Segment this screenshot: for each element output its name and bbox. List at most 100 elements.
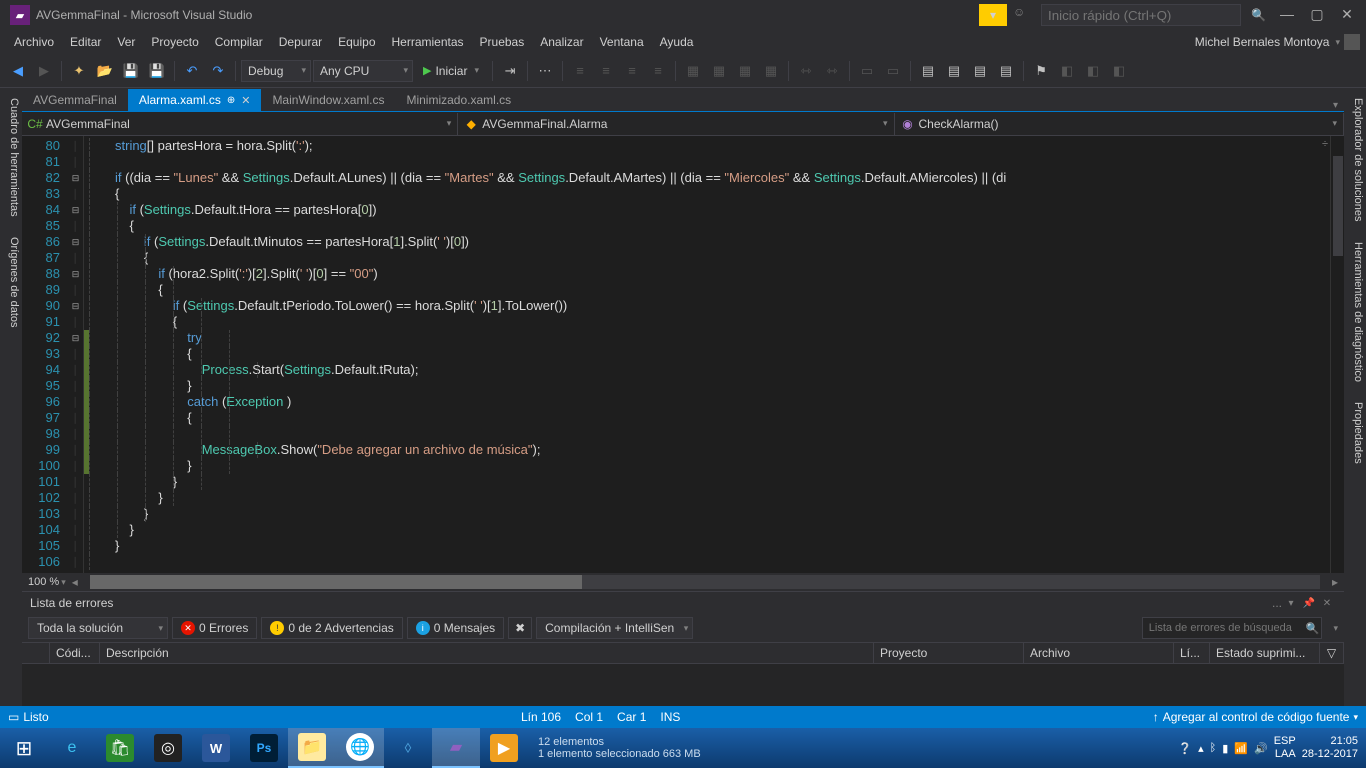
battery-icon[interactable]: ▮ [1222,742,1228,755]
col-file[interactable]: Archivo [1024,643,1174,663]
vs-icon[interactable]: ▰ [432,728,480,768]
app-icon[interactable]: ◎ [144,728,192,768]
dropdown-icon[interactable]: ▾ [1282,598,1300,609]
tray-kb[interactable]: LAA [1274,748,1296,761]
filter-icon[interactable]: ▽ [1320,643,1344,663]
distribute-icon[interactable]: ≡ [646,59,670,83]
search-icon[interactable]: 🔍 [1251,8,1266,22]
tb-icon[interactable]: ⋯ [533,59,557,83]
tray-chevron-icon[interactable]: ▴ [1198,742,1204,755]
code-editor[interactable]: 8081828384858687888990919293949596979899… [22,136,1344,573]
warnings-filter[interactable]: !0 de 2 Advertencias [261,617,402,639]
order-icon2[interactable]: ▭ [881,59,905,83]
col-line[interactable]: Lí... [1174,643,1210,663]
volume-icon[interactable]: 🔊 [1254,742,1268,755]
minimize-button[interactable]: — [1272,5,1302,25]
split-icon[interactable]: ÷ [1322,138,1328,150]
nav-fwd-button[interactable]: ▶ [32,59,56,83]
uncomment-icon[interactable]: ▤ [942,59,966,83]
align-right-icon[interactable]: ≡ [620,59,644,83]
diagnostics-tab[interactable]: Herramientas de diagnóstico [1346,238,1364,386]
solution-explorer-tab[interactable]: Explorador de soluciones [1346,94,1364,226]
menu-ventana[interactable]: Ventana [592,33,652,51]
scroll-thumb[interactable] [90,575,582,589]
close-button[interactable]: ✕ [1332,5,1362,25]
menu-archivo[interactable]: Archivo [6,33,62,51]
pin-icon[interactable]: 📌 [1300,598,1318,609]
scroll-right-icon[interactable]: ▸ [1332,575,1338,589]
undo-button[interactable]: ↶ [180,59,204,83]
vertical-scrollbar[interactable] [1330,136,1344,573]
comment-icon[interactable]: ▤ [916,59,940,83]
col-code[interactable]: Códi... [50,643,100,663]
signed-in-user[interactable]: Michel Bernales Montoya [1195,35,1336,49]
error-search-input[interactable] [1142,617,1322,639]
scroll-thumb[interactable] [1333,156,1343,256]
start-button[interactable]: ⊞ [0,728,48,768]
redo-button[interactable]: ↷ [206,59,230,83]
datasources-panel-tab[interactable]: Orígenes de datos [2,233,20,332]
save-all-button[interactable]: 💾 [145,59,169,83]
nav-back-button[interactable]: ◀ [6,59,30,83]
user-avatar-icon[interactable] [1344,34,1360,50]
tab-minimizado[interactable]: Minimizado.xaml.cs [395,89,522,111]
menu-equipo[interactable]: Equipo [330,33,383,51]
new-project-button[interactable]: ✦ [67,59,91,83]
open-file-button[interactable]: 📂 [93,59,117,83]
menu-ayuda[interactable]: Ayuda [652,33,702,51]
ie-icon[interactable]: e [48,728,96,768]
tab-project[interactable]: AVGemmaFinal [22,89,128,111]
col-icon[interactable] [22,643,50,663]
extra-icon3[interactable]: ◧ [1107,59,1131,83]
tab-alarma[interactable]: Alarma.xaml.cs ⊕ ✕ [128,89,262,111]
maximize-button[interactable]: ▢ [1302,5,1332,25]
build-filter[interactable]: ✖ [508,617,532,639]
system-tray[interactable]: ❔ ▴ ᛒ ▮ 📶 🔊 ESPLAA 21:0528-12-2017 [1178,735,1366,761]
right-side-panels[interactable]: Explorador de soluciones Herramientas de… [1344,88,1366,706]
tray-date[interactable]: 28-12-2017 [1302,748,1358,761]
scroll-left-icon[interactable]: ◂ [72,575,78,589]
order-icon[interactable]: ▭ [855,59,879,83]
source-control-button[interactable]: ↑Agregar al control de código fuente▾ [1153,710,1358,724]
left-side-panels[interactable]: Cuadro de herramientas Orígenes de datos [0,88,22,706]
col-project[interactable]: Proyecto [874,643,1024,663]
layout-icon[interactable]: ▦ [681,59,705,83]
fold-gutter[interactable]: ││⊟│⊟│⊟│⊟│⊟│⊟││││││││││││││ [68,136,84,573]
bookmark-icon[interactable]: ▤ [968,59,992,83]
chrome-icon[interactable]: 🌐 [336,728,384,768]
chevron-down-icon[interactable]: ▾ [61,577,66,588]
vscode-icon[interactable]: ⬨ [384,728,432,768]
notification-flag-icon[interactable]: ▾ [979,4,1007,26]
save-button[interactable]: 💾 [119,59,143,83]
nav-class-combo[interactable]: ◆AVGemmaFinal.Alarma [458,113,894,135]
scope-combo[interactable]: Toda la solución [28,617,168,639]
tray-time[interactable]: 21:05 [1302,735,1358,748]
photoshop-icon[interactable]: Ps [240,728,288,768]
media-icon[interactable]: ▶ [480,728,528,768]
properties-tab[interactable]: Propiedades [1346,398,1364,468]
solution-platform-combo[interactable]: Any CPU [313,60,413,82]
flag-icon[interactable]: ⚑ [1029,59,1053,83]
store-icon[interactable]: 🛍 [96,728,144,768]
menu-compilar[interactable]: Compilar [207,33,271,51]
toolbox-panel-tab[interactable]: Cuadro de herramientas [2,94,20,221]
spacing-icon2[interactable]: ⇿ [820,59,844,83]
zoom-level[interactable]: 100 % [28,576,59,588]
wifi-icon[interactable]: 📶 [1234,742,1248,755]
step-button[interactable]: ⇥ [498,59,522,83]
quick-launch-input[interactable] [1041,4,1241,26]
chevron-down-icon[interactable]: ▾ [1333,623,1338,634]
layout-icon3[interactable]: ▦ [733,59,757,83]
solution-config-combo[interactable]: Debug [241,60,311,82]
tab-mainwindow[interactable]: MainWindow.xaml.cs [261,89,395,111]
col-desc[interactable]: Descripción [100,643,874,663]
col-suppressed[interactable]: Estado suprimi... [1210,643,1320,663]
layout-icon2[interactable]: ▦ [707,59,731,83]
menu-editar[interactable]: Editar [62,33,109,51]
close-tab-icon[interactable]: ✕ [241,94,250,107]
extra-icon2[interactable]: ◧ [1081,59,1105,83]
menu-proyecto[interactable]: Proyecto [143,33,206,51]
close-panel-icon[interactable]: ✕ [1318,598,1336,609]
messages-filter[interactable]: i0 Mensajes [407,617,504,639]
explorer-icon[interactable]: 📁 [288,728,336,768]
